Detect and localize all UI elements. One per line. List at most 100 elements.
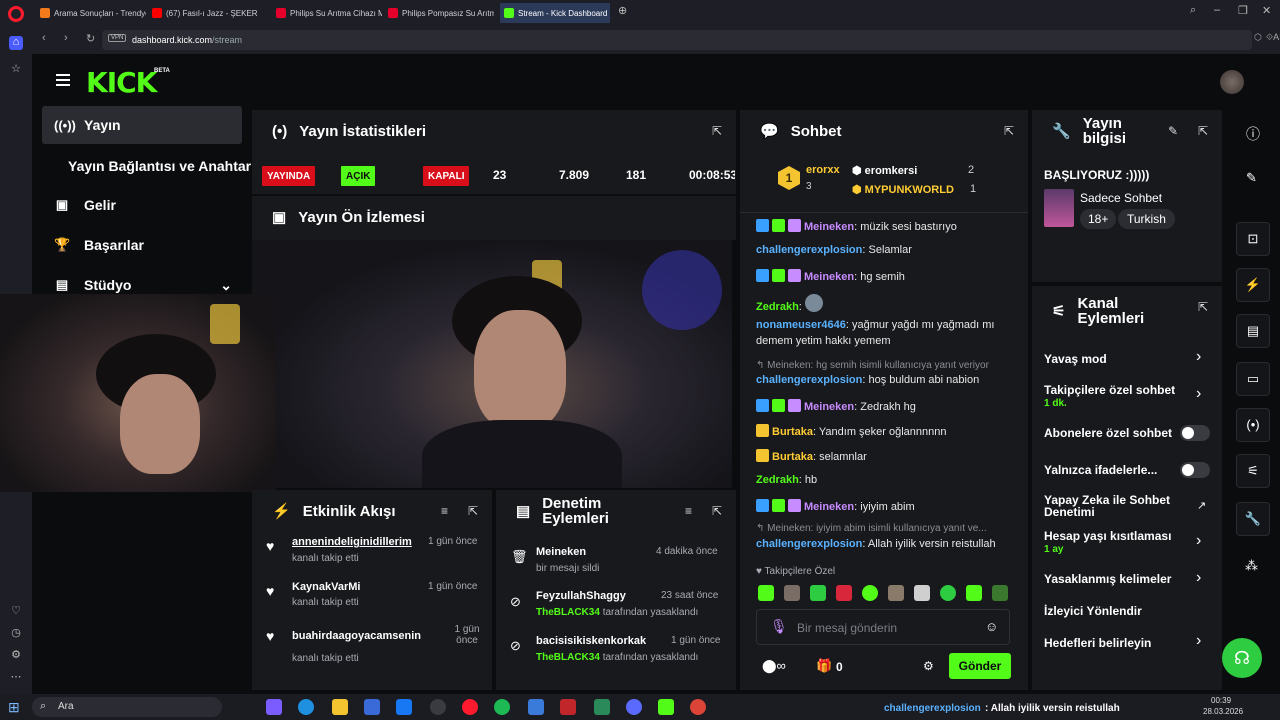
ai-button[interactable]: ⟐AI: [1266, 32, 1280, 43]
banned-words[interactable]: Yasaklanmış kelimeler: [1044, 572, 1171, 586]
spotify-icon[interactable]: [494, 699, 510, 715]
emote[interactable]: [966, 585, 982, 601]
copilot-icon[interactable]: [266, 699, 282, 715]
slow-mode[interactable]: Yavaş mod: [1044, 352, 1107, 366]
close-icon[interactable]: ✕: [1262, 4, 1271, 17]
popout-icon[interactable]: ⇱: [1198, 300, 1208, 314]
emote[interactable]: [992, 585, 1008, 601]
ai-moderation[interactable]: Yapay Zeka ile Sohbet Denetimi: [1044, 494, 1174, 518]
chevron-right-icon[interactable]: ›: [1196, 532, 1201, 550]
more-icon[interactable]: ⋯: [9, 670, 23, 684]
chat-input[interactable]: Bir mesaj gönderin: [797, 621, 897, 635]
chevron-right-icon[interactable]: ›: [1196, 385, 1201, 403]
emotes-only-toggle[interactable]: [1180, 462, 1210, 478]
popout-icon[interactable]: ⇱: [1198, 124, 1208, 138]
emote[interactable]: [810, 585, 826, 601]
app-icon[interactable]: [560, 699, 576, 715]
filter-icon[interactable]: ≡: [441, 504, 448, 518]
stream-preview-video[interactable]: [252, 240, 732, 488]
popout-icon[interactable]: ⇱: [1004, 124, 1014, 138]
tab-kick-dashboard[interactable]: Stream - Kick Dashboard: [500, 3, 610, 23]
nav-item-stream-key[interactable]: Yayın Bağlantısı ve Anahtarı: [68, 158, 255, 174]
opera-logo-icon[interactable]: [8, 6, 24, 22]
windows-start-icon[interactable]: ⊞: [8, 699, 20, 716]
home-icon[interactable]: ⌂: [9, 36, 23, 50]
apps-icon[interactable]: ⁂: [1245, 558, 1258, 574]
subscribers-only-chat[interactable]: Abonelere özel sohbet: [1044, 426, 1172, 440]
star-icon[interactable]: ☆: [9, 62, 23, 76]
menu-icon[interactable]: [56, 74, 70, 76]
category-thumbnail[interactable]: [1044, 189, 1074, 227]
info-icon[interactable]: ⓘ: [1246, 124, 1260, 144]
edge-icon[interactable]: [298, 699, 314, 715]
forward-icon[interactable]: ›: [64, 32, 68, 44]
edit-icon[interactable]: ✎: [1168, 124, 1178, 138]
wrench-icon[interactable]: 🔧: [1236, 502, 1270, 536]
store-icon[interactable]: [364, 699, 380, 715]
popout-icon[interactable]: ⇱: [712, 124, 722, 138]
extensions-icon[interactable]: ⬡: [1254, 32, 1262, 43]
obs-icon[interactable]: [430, 699, 446, 715]
top-gifter[interactable]: ⬢ eromkersi: [852, 164, 917, 177]
support-icon[interactable]: ☊: [1222, 638, 1262, 678]
top-gifter[interactable]: ⬢ MYPUNKWORLD: [852, 183, 954, 196]
heart-icon[interactable]: ♡: [9, 604, 23, 618]
nav-item-gelir[interactable]: ▣ Gelir: [42, 186, 242, 224]
activity-user[interactable]: buahirdaagoyacamsenin: [292, 630, 421, 642]
popout-icon[interactable]: ⇱: [468, 504, 478, 518]
app-icon[interactable]: [594, 699, 610, 715]
tab-trendyol[interactable]: Arama Sonuçları - Trendyol: [36, 3, 146, 23]
tab-philips-2[interactable]: Philips Pompasız Su Arıtm: [384, 3, 494, 23]
account-age-restriction[interactable]: Hesap yaşı kısıtlaması: [1044, 529, 1171, 543]
mod-user[interactable]: FeyzullahShaggy: [536, 590, 626, 602]
mod-user[interactable]: Meineken: [536, 546, 586, 558]
reload-icon[interactable]: ↻: [86, 32, 95, 45]
chevron-right-icon[interactable]: ›: [1196, 348, 1201, 366]
external-link-icon[interactable]: ↗: [1197, 499, 1206, 512]
nav-item-basarilar[interactable]: 🏆 Başarılar: [42, 226, 242, 264]
activity-user[interactable]: KaynakVarMi: [292, 581, 360, 593]
new-tab-icon[interactable]: ⊕: [618, 4, 627, 17]
chevron-right-icon[interactable]: ›: [1196, 632, 1201, 650]
loyalty-points-icon[interactable]: ⬤∞: [762, 658, 786, 674]
microphone-icon[interactable]: 🎙: [770, 618, 788, 635]
nav-item-yayin[interactable]: ((•)) Yayın: [42, 106, 242, 144]
minimize-icon[interactable]: –: [1214, 4, 1220, 16]
sliders-icon[interactable]: ⚟: [1236, 454, 1270, 488]
subscribers-only-toggle[interactable]: [1180, 425, 1210, 441]
emote[interactable]: [862, 585, 878, 601]
emoji-icon[interactable]: ☺: [985, 619, 998, 634]
emote[interactable]: [758, 585, 774, 601]
emote[interactable]: [914, 585, 930, 601]
top-gifter[interactable]: erorxx: [806, 164, 840, 176]
send-button[interactable]: Gönder: [949, 653, 1011, 679]
chat-icon[interactable]: ▭: [1236, 362, 1270, 396]
popout-icon[interactable]: ⇱: [712, 504, 722, 518]
kick-app-icon[interactable]: [658, 699, 674, 715]
app-icon[interactable]: [626, 699, 642, 715]
category-name[interactable]: Sadece Sohbet: [1080, 191, 1162, 205]
pencil-icon[interactable]: ✎: [1246, 170, 1257, 186]
avatar[interactable]: [1220, 70, 1244, 94]
mail-icon[interactable]: [396, 699, 412, 715]
explorer-icon[interactable]: [332, 699, 348, 715]
emote[interactable]: [836, 585, 852, 601]
maximize-icon[interactable]: ❐: [1238, 4, 1248, 17]
raid-viewers[interactable]: İzleyici Yönlendir: [1044, 604, 1142, 618]
kick-logo[interactable]: KICK: [86, 66, 157, 99]
url-text[interactable]: dashboard.kick.com/stream: [132, 35, 242, 45]
document-icon[interactable]: ▤: [1236, 314, 1270, 348]
emotes-only-chat[interactable]: Yalnızca ifadelerle...: [1044, 463, 1157, 477]
settings-icon[interactable]: ⚙: [9, 648, 23, 662]
url-field[interactable]: [102, 30, 1252, 50]
broadcast-icon[interactable]: (•): [1236, 408, 1270, 442]
chrome-icon[interactable]: [690, 699, 706, 715]
gift-icon[interactable]: 🎁: [816, 658, 832, 674]
chevron-right-icon[interactable]: ›: [1196, 569, 1201, 587]
set-goals[interactable]: Hedefleri belirleyin: [1044, 636, 1151, 650]
emote[interactable]: [888, 585, 904, 601]
lightning-icon[interactable]: ⚡: [1236, 268, 1270, 302]
vpn-badge[interactable]: VPN: [108, 34, 127, 42]
screenshot-icon[interactable]: ⊡: [1236, 222, 1270, 256]
tab-philips-1[interactable]: Philips Su Arıtma Cihazı M: [272, 3, 382, 23]
